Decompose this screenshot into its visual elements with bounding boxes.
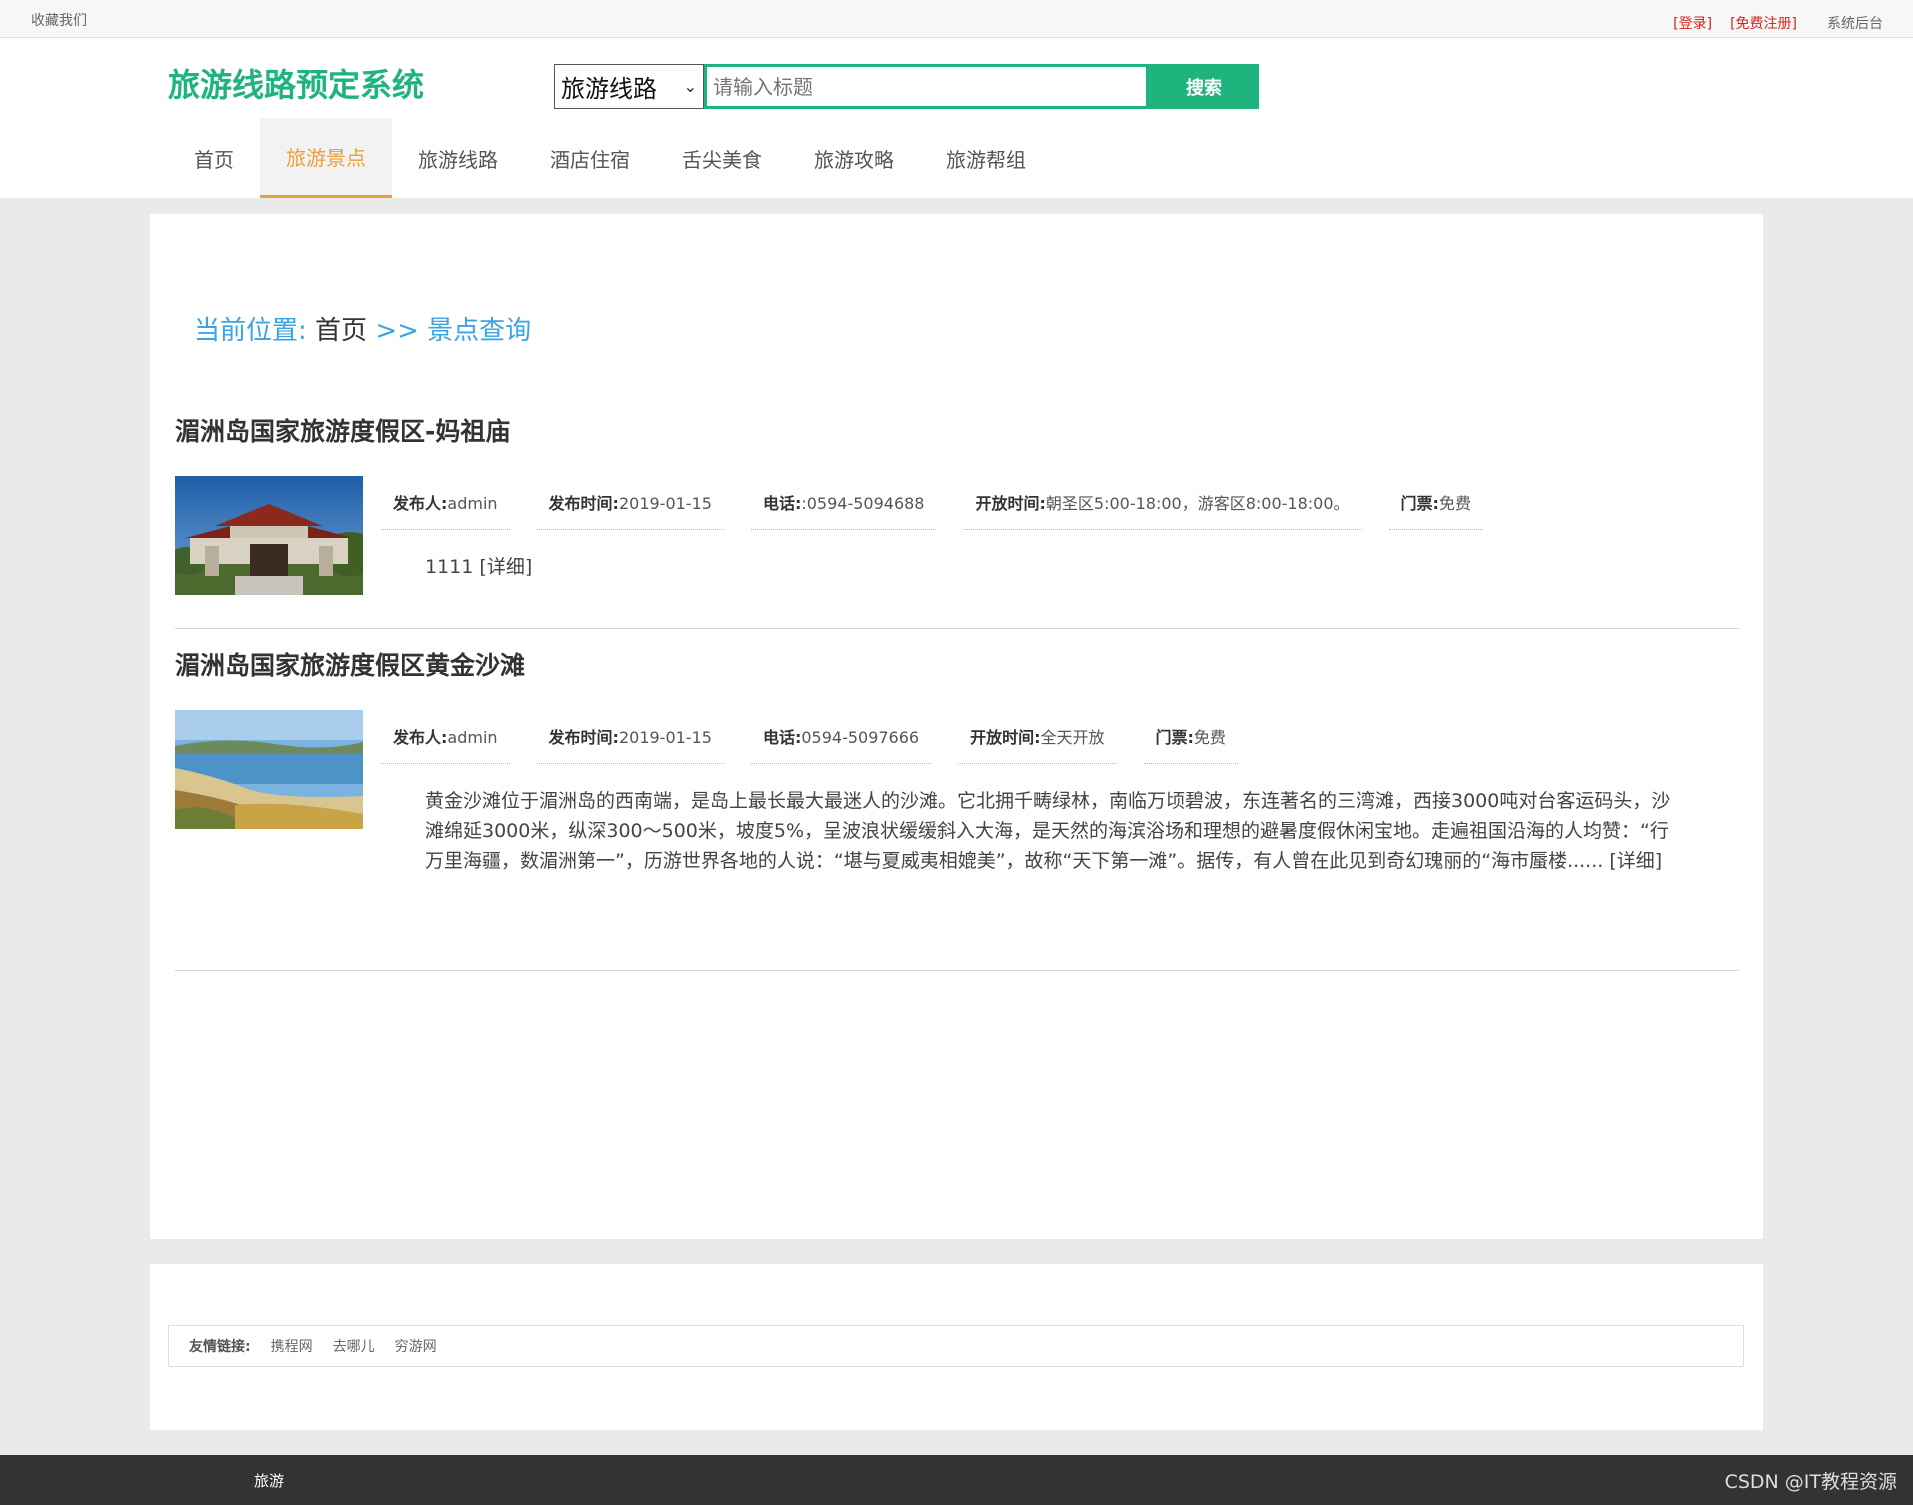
entry-title[interactable]: 湄洲岛国家旅游度假区黄金沙滩: [175, 646, 1739, 682]
meta-ticket: 门票:免费: [1388, 490, 1483, 530]
meta-ticket: 门票:免费: [1143, 724, 1238, 764]
meta-date: 发布时间:2019-01-15: [536, 724, 724, 764]
search-bar: 旅游线路 ⌄ 搜索: [554, 64, 1259, 109]
chevron-down-icon: ⌄: [683, 77, 697, 96]
favorite-link[interactable]: 收藏我们: [31, 10, 87, 30]
meta-phone: 电话:0594-5097666: [750, 724, 932, 764]
nav-item-food[interactable]: 舌尖美食: [656, 118, 788, 198]
top-bar: 收藏我们 [登录] [免费注册] 系统后台: [0, 0, 1913, 38]
entry-description: 1111 [详细]: [425, 556, 533, 578]
list-item: 湄洲岛国家旅游度假区黄金沙滩 发布人:admin 发布时间:2019-01-15…: [175, 646, 1739, 971]
meta-publisher: 发布人:admin: [381, 724, 510, 764]
nav-item-guides[interactable]: 旅游攻略: [788, 118, 920, 198]
meta-open-hours: 开放时间:朝圣区5:00-18:00，游客区8:00-18:00。: [963, 490, 1362, 530]
nav-item-attractions[interactable]: 旅游景点: [260, 118, 392, 198]
meta-publisher: 发布人:admin: [381, 490, 510, 530]
entry-description: 黄金沙滩位于湄洲岛的西南端，是岛上最长最大最迷人的沙滩。它北拥千畴绿林，南临万顷…: [425, 790, 1671, 872]
entry-meta: 发布人:admin 发布时间:2019-01-15 电话::0594-50946…: [381, 490, 1483, 530]
breadcrumb-prefix: 当前位置:: [194, 316, 307, 346]
nav-item-home[interactable]: 首页: [168, 118, 260, 198]
search-input[interactable]: [704, 64, 1149, 109]
footer: 旅游 CSDN @IT教程资源: [0, 1455, 1913, 1505]
links-panel: 友情链接: 携程网 去哪儿 穷游网: [150, 1264, 1763, 1430]
link-qunar[interactable]: 去哪儿: [333, 1336, 375, 1356]
main-panel: 当前位置: 首页 >> 景点查询 湄洲岛国家旅游度假区-妈祖庙 发布人:admi…: [150, 214, 1763, 1239]
site-logo[interactable]: 旅游线路预定系统: [168, 60, 424, 106]
entry-thumbnail[interactable]: [175, 476, 363, 595]
breadcrumb: 当前位置: 首页 >> 景点查询: [194, 310, 531, 347]
register-link[interactable]: [免费注册]: [1730, 13, 1797, 33]
nav-item-help[interactable]: 旅游帮组: [920, 118, 1052, 198]
nav-item-routes[interactable]: 旅游线路: [392, 118, 524, 198]
footer-text: 旅游: [254, 1472, 285, 1490]
detail-link[interactable]: [详细]: [479, 556, 532, 578]
meta-phone: 电话::0594-5094688: [750, 490, 937, 530]
meta-date: 发布时间:2019-01-15: [536, 490, 724, 530]
header: 旅游线路预定系统 旅游线路 ⌄ 搜索 首页 旅游景点 旅游线路 酒店住宿 舌尖美…: [0, 38, 1913, 198]
link-ctrip[interactable]: 携程网: [271, 1336, 313, 1356]
link-qyer[interactable]: 穷游网: [395, 1336, 437, 1356]
beach-photo: [175, 710, 363, 829]
entry-meta: 发布人:admin 发布时间:2019-01-15 电话:0594-509766…: [381, 724, 1238, 764]
meta-open-hours: 开放时间:全天开放: [958, 724, 1117, 764]
admin-link[interactable]: 系统后台: [1827, 13, 1883, 33]
login-link[interactable]: [登录]: [1673, 13, 1712, 33]
search-category-value: 旅游线路: [561, 75, 657, 103]
breadcrumb-separator: >>: [375, 316, 419, 346]
search-category-select[interactable]: 旅游线路 ⌄: [554, 64, 704, 109]
entry-title[interactable]: 湄洲岛国家旅游度假区-妈祖庙: [175, 412, 1739, 448]
nav-item-hotels[interactable]: 酒店住宿: [524, 118, 656, 198]
watermark: CSDN @IT教程资源: [1724, 1471, 1897, 1493]
top-right-links: [登录] [免费注册] 系统后台: [1673, 13, 1883, 33]
divider: [175, 970, 1739, 971]
list-item: 湄洲岛国家旅游度假区-妈祖庙 发布人:admin 发布时间:2019-01-15…: [175, 412, 1739, 629]
links-label: 友情链接:: [189, 1339, 251, 1355]
divider: [175, 628, 1739, 629]
friendly-links: 友情链接: 携程网 去哪儿 穷游网: [168, 1325, 1744, 1367]
detail-link[interactable]: [详细]: [1609, 850, 1662, 872]
temple-photo: [175, 476, 363, 595]
main-nav: 首页 旅游景点 旅游线路 酒店住宿 舌尖美食 旅游攻略 旅游帮组: [168, 118, 1052, 198]
search-button[interactable]: 搜索: [1149, 64, 1259, 109]
entry-thumbnail[interactable]: [175, 710, 363, 829]
breadcrumb-current: 景点查询: [427, 316, 532, 346]
breadcrumb-home[interactable]: 首页: [315, 316, 367, 346]
